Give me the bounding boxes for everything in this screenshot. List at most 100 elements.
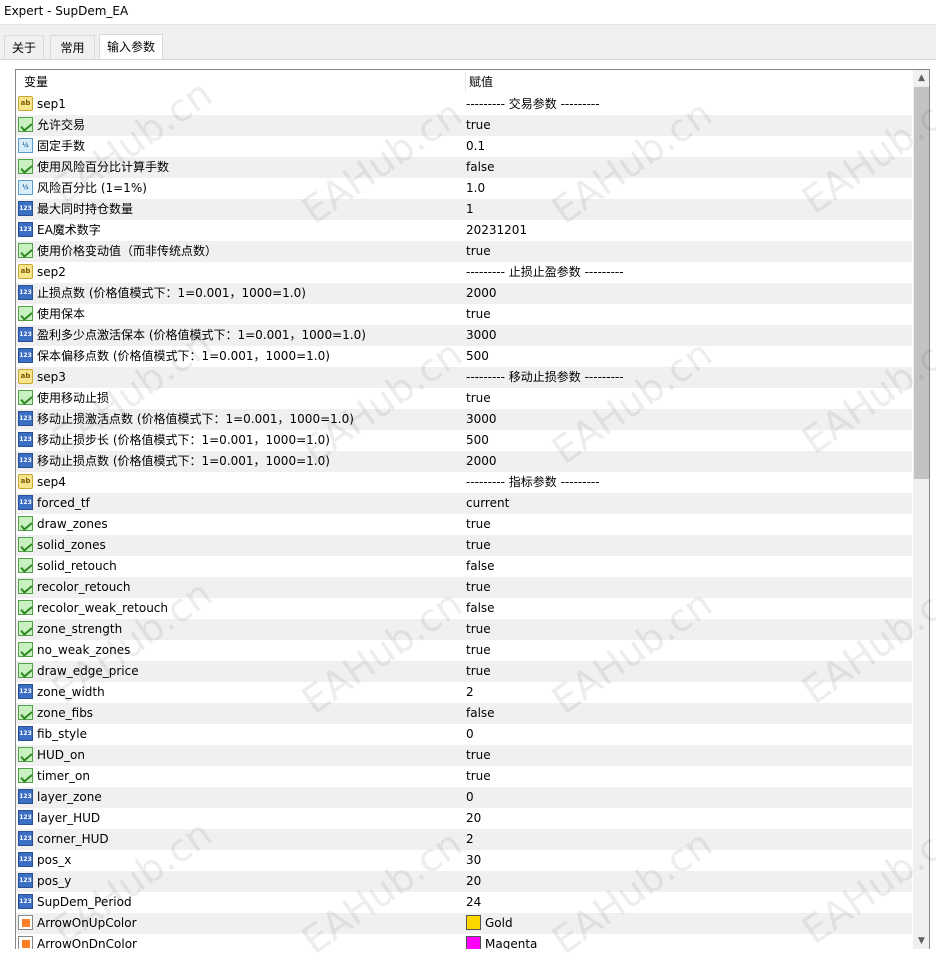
parameter-row[interactable]: ArrowOnUpColor Gold: [16, 913, 912, 934]
parameter-row[interactable]: 使用价格变动值（而非传统点数） true: [16, 241, 912, 262]
parameter-row[interactable]: recolor_weak_retouch false: [16, 598, 912, 619]
parameter-value[interactable]: 500: [466, 430, 489, 451]
parameter-value[interactable]: true: [466, 766, 491, 787]
parameter-row[interactable]: 123 止损点数 (价格值模式下：1=0.001，1000=1.0) 2000: [16, 283, 912, 304]
parameter-row[interactable]: ab sep4 --------- 指标参数 ---------: [16, 472, 912, 493]
parameter-row[interactable]: ab sep1 --------- 交易参数 ---------: [16, 94, 912, 115]
parameter-row[interactable]: 123 fib_style 0: [16, 724, 912, 745]
parameter-value[interactable]: 2000: [466, 451, 497, 472]
parameter-row[interactable]: 允许交易 true: [16, 115, 912, 136]
parameter-row[interactable]: 123 移动止损步长 (价格值模式下：1=0.001，1000=1.0) 500: [16, 430, 912, 451]
parameter-row[interactable]: 123 移动止损点数 (价格值模式下：1=0.001，1000=1.0) 2000: [16, 451, 912, 472]
parameter-row[interactable]: zone_strength true: [16, 619, 912, 640]
parameter-value[interactable]: --------- 指标参数 ---------: [466, 472, 600, 493]
tab-about[interactable]: 关于: [4, 35, 44, 59]
parameter-row[interactable]: 123 pos_x 30: [16, 850, 912, 871]
parameter-value[interactable]: --------- 交易参数 ---------: [466, 94, 600, 115]
parameter-value[interactable]: false: [466, 703, 495, 724]
parameter-row[interactable]: 123 移动止损激活点数 (价格值模式下：1=0.001，1000=1.0) 300…: [16, 409, 912, 430]
parameter-row[interactable]: 123 corner_HUD 2: [16, 829, 912, 850]
parameter-name: recolor_retouch: [37, 580, 131, 594]
parameter-value[interactable]: true: [466, 745, 491, 766]
parameter-value[interactable]: true: [466, 619, 491, 640]
parameter-value[interactable]: 20231201: [466, 220, 527, 241]
parameter-value[interactable]: true: [466, 640, 491, 661]
parameter-row[interactable]: 123 layer_HUD 20: [16, 808, 912, 829]
parameter-row[interactable]: ArrowOnDnColor Magenta: [16, 934, 912, 949]
parameter-value[interactable]: 20: [466, 808, 481, 829]
parameter-value[interactable]: --------- 移动止损参数 ---------: [466, 367, 624, 388]
parameter-row[interactable]: 123 保本偏移点数 (价格值模式下：1=0.001，1000=1.0) 500: [16, 346, 912, 367]
parameter-value[interactable]: false: [466, 598, 495, 619]
parameter-row[interactable]: 123 SupDem_Period 24: [16, 892, 912, 913]
parameter-value[interactable]: 20: [466, 871, 481, 892]
parameter-row[interactable]: 使用风险百分比计算手数 false: [16, 157, 912, 178]
parameter-value[interactable]: false: [466, 556, 495, 577]
parameter-row[interactable]: zone_fibs false: [16, 703, 912, 724]
parameter-value[interactable]: false: [466, 157, 495, 178]
parameter-value[interactable]: true: [466, 241, 491, 262]
parameter-row[interactable]: ab sep2 --------- 止损止盈参数 ---------: [16, 262, 912, 283]
parameter-name: zone_fibs: [37, 706, 94, 720]
parameter-value[interactable]: 2: [466, 829, 474, 850]
parameter-row[interactable]: draw_zones true: [16, 514, 912, 535]
column-header-variable[interactable]: 变量: [24, 70, 48, 92]
parameter-value[interactable]: true: [466, 535, 491, 556]
parameter-row[interactable]: 123 最大同时持仓数量 1: [16, 199, 912, 220]
parameter-row[interactable]: draw_edge_price true: [16, 661, 912, 682]
parameter-value[interactable]: 24: [466, 892, 481, 913]
parameter-value[interactable]: Magenta: [466, 934, 537, 949]
scrollbar-thumb[interactable]: [914, 87, 929, 479]
parameter-row[interactable]: 使用移动止损 true: [16, 388, 912, 409]
parameter-value[interactable]: 500: [466, 346, 489, 367]
parameter-value[interactable]: current: [466, 493, 509, 514]
parameter-value[interactable]: 1.0: [466, 178, 485, 199]
parameter-row[interactable]: 123 EA魔术数字 20231201: [16, 220, 912, 241]
parameter-value[interactable]: 1: [466, 199, 474, 220]
parameter-row[interactable]: timer_on true: [16, 766, 912, 787]
parameter-value[interactable]: true: [466, 388, 491, 409]
parameter-row[interactable]: HUD_on true: [16, 745, 912, 766]
parameter-row[interactable]: 123 layer_zone 0: [16, 787, 912, 808]
parameter-value[interactable]: true: [466, 661, 491, 682]
parameter-row[interactable]: 123 盈利多少点激活保本 (价格值模式下：1=0.001，1000=1.0) 30…: [16, 325, 912, 346]
parameter-value[interactable]: 3000: [466, 409, 497, 430]
parameter-value[interactable]: 30: [466, 850, 481, 871]
parameter-row[interactable]: solid_retouch false: [16, 556, 912, 577]
parameter-value[interactable]: Gold: [466, 913, 513, 934]
parameter-value[interactable]: 0: [466, 724, 474, 745]
parameter-row[interactable]: ½ 风险百分比 (1=1%) 1.0: [16, 178, 912, 199]
column-divider[interactable]: [465, 72, 466, 92]
parameter-value[interactable]: 2: [466, 682, 474, 703]
scroll-down-arrow-icon[interactable]: ▼: [913, 933, 929, 949]
parameter-value[interactable]: 0: [466, 787, 474, 808]
scroll-up-arrow-icon[interactable]: ▲: [913, 70, 929, 87]
parameter-row[interactable]: recolor_retouch true: [16, 577, 912, 598]
parameter-value[interactable]: 0.1: [466, 136, 485, 157]
parameter-row[interactable]: 使用保本 true: [16, 304, 912, 325]
integer-type-icon: 123: [18, 894, 33, 909]
tab-common[interactable]: 常用: [50, 35, 95, 59]
parameter-row[interactable]: 123 forced_tf current: [16, 493, 912, 514]
tab-inputs[interactable]: 输入参数: [99, 34, 163, 61]
parameter-value[interactable]: true: [466, 304, 491, 325]
parameter-value[interactable]: true: [466, 514, 491, 535]
parameter-row[interactable]: 123 zone_width 2: [16, 682, 912, 703]
parameter-value[interactable]: --------- 止损止盈参数 ---------: [466, 262, 624, 283]
parameter-value[interactable]: 2000: [466, 283, 497, 304]
parameter-name: zone_width: [37, 685, 105, 699]
parameter-row[interactable]: 123 pos_y 20: [16, 871, 912, 892]
column-header-value[interactable]: 赋值: [469, 70, 493, 92]
parameter-row[interactable]: no_weak_zones true: [16, 640, 912, 661]
color-swatch[interactable]: [466, 936, 481, 949]
parameter-row[interactable]: solid_zones true: [16, 535, 912, 556]
parameter-name: 移动止损点数 (价格值模式下：1=0.001，1000=1.0): [37, 454, 330, 468]
parameter-row[interactable]: ½ 固定手数 0.1: [16, 136, 912, 157]
vertical-scrollbar[interactable]: ▲ ▼: [913, 70, 929, 949]
parameter-row[interactable]: ab sep3 --------- 移动止损参数 ---------: [16, 367, 912, 388]
parameter-value[interactable]: true: [466, 115, 491, 136]
boolean-type-icon: [18, 243, 33, 258]
color-swatch[interactable]: [466, 915, 481, 930]
parameter-value[interactable]: true: [466, 577, 491, 598]
parameter-value[interactable]: 3000: [466, 325, 497, 346]
